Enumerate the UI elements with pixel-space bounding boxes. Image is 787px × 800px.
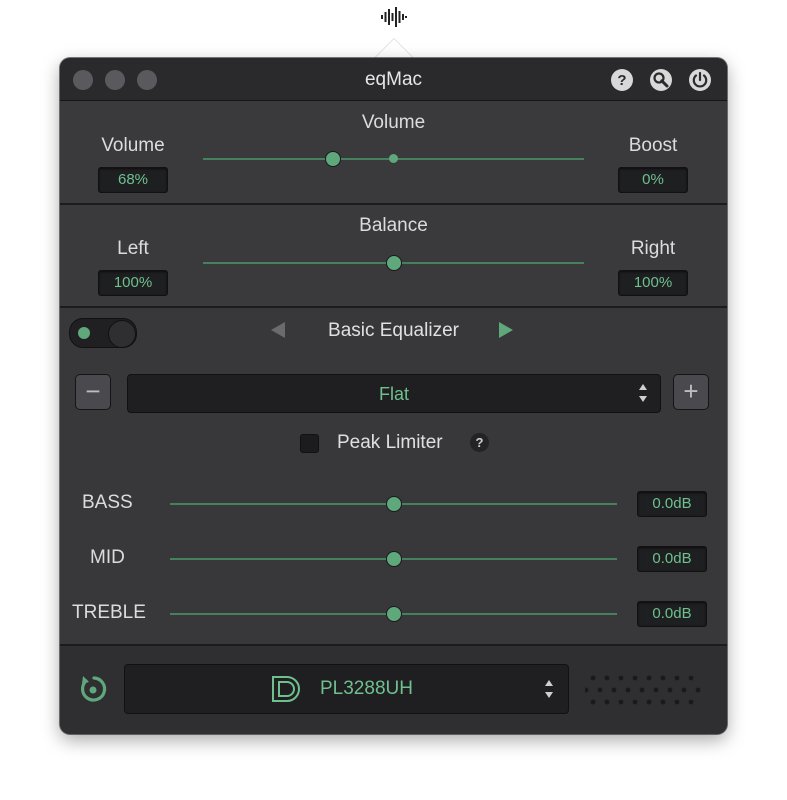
stepper-arrows-icon xyxy=(639,384,647,402)
band-label-bass: BASS xyxy=(82,492,133,513)
power-icon[interactable] xyxy=(688,68,712,92)
boost-value[interactable]: 0% xyxy=(618,167,688,193)
volume-section: Volume Volume Boost 68% 0% xyxy=(60,101,727,203)
treble-slider-knob[interactable] xyxy=(385,606,402,622)
peak-limiter-checkbox[interactable] xyxy=(300,434,319,453)
volume-label: Volume xyxy=(101,135,165,156)
eqmac-window: eqMac ? Volume Volume Boost 68% 0% Balan… xyxy=(60,58,727,734)
treble-value[interactable]: 0.0dB xyxy=(637,601,707,627)
balance-right-value[interactable]: 100% xyxy=(618,270,688,296)
volume-value[interactable]: 68% xyxy=(98,167,168,193)
next-equalizer-icon[interactable] xyxy=(499,322,513,338)
output-device-name: PL3288UH xyxy=(320,678,413,699)
balance-section: Balance Left Right 100% 100% xyxy=(60,205,727,306)
equalizer-title: Basic Equalizer xyxy=(328,320,459,341)
svg-text:?: ? xyxy=(617,72,626,89)
volume-title: Volume xyxy=(361,112,426,133)
bass-value[interactable]: 0.0dB xyxy=(637,491,707,517)
balance-left-value[interactable]: 100% xyxy=(98,270,168,296)
volume-slider-center-mark xyxy=(389,154,398,163)
help-icon[interactable]: ? xyxy=(610,68,634,92)
peak-limiter-help-icon[interactable]: ? xyxy=(470,433,489,452)
balance-title: Balance xyxy=(359,215,428,236)
balance-left-label: Left xyxy=(117,238,149,259)
displayport-icon xyxy=(272,676,300,702)
preset-select[interactable]: Flat xyxy=(127,374,661,413)
reset-icon[interactable] xyxy=(77,673,109,705)
preset-value: Flat xyxy=(378,384,409,404)
output-device-select[interactable]: PL3288UH xyxy=(124,664,569,714)
volume-slider-knob[interactable] xyxy=(324,151,341,167)
add-preset-button[interactable]: + xyxy=(673,374,709,410)
band-label-treble: TREBLE xyxy=(72,602,146,623)
speaker-grille-icon xyxy=(585,675,701,705)
app-menubar-icon[interactable] xyxy=(380,6,408,28)
remove-preset-button[interactable]: − xyxy=(75,374,111,410)
boost-label: Boost xyxy=(628,135,678,156)
balance-slider-knob[interactable] xyxy=(385,255,402,271)
stepper-arrows-icon xyxy=(545,680,553,698)
peak-limiter-label: Peak Limiter xyxy=(337,432,443,453)
mid-slider-knob[interactable] xyxy=(385,551,402,567)
equalizer-section xyxy=(60,308,727,645)
band-label-mid: MID xyxy=(90,547,125,568)
popover-arrow xyxy=(372,38,416,60)
mid-value[interactable]: 0.0dB xyxy=(637,546,707,572)
title-bar: eqMac ? xyxy=(60,58,727,101)
settings-icon[interactable] xyxy=(649,68,673,92)
balance-right-label: Right xyxy=(630,238,676,259)
bass-slider-knob[interactable] xyxy=(385,496,402,512)
